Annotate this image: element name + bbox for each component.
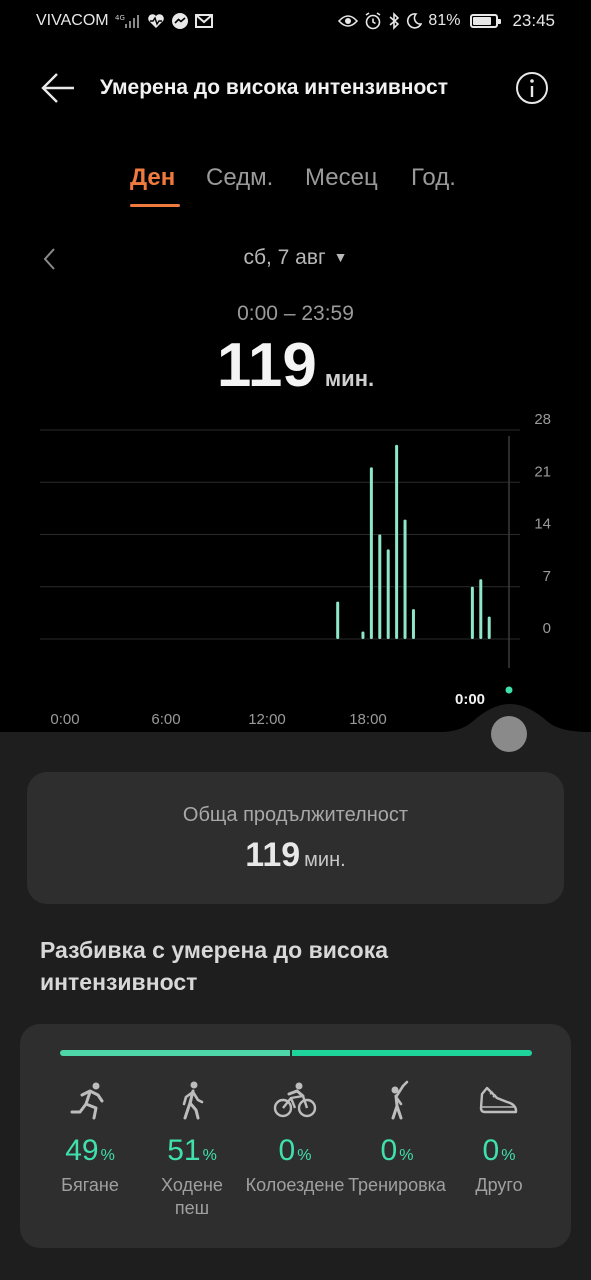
activity-cycling-pct: 0% xyxy=(278,1134,312,1167)
chart-bar xyxy=(369,467,373,639)
activity-running-pct: 49% xyxy=(65,1134,115,1167)
total-duration-unit: мин. xyxy=(304,849,346,871)
bluetooth-icon xyxy=(389,12,400,30)
svg-text:4G: 4G xyxy=(115,14,125,22)
total-duration-card: Обща продължителност 119 мин. xyxy=(27,772,564,904)
y-tick-label: 14 xyxy=(534,516,551,533)
total-duration-value: 119 xyxy=(245,836,301,874)
running-icon xyxy=(70,1082,104,1120)
chart-bar xyxy=(479,579,483,639)
battery-percent: 81% xyxy=(428,12,461,29)
summary-unit: мин. xyxy=(324,366,375,391)
moon-icon xyxy=(407,13,423,29)
breakdown-title: Разбивка с умерена до висока интензивнос… xyxy=(40,937,388,995)
y-tick-label: 7 xyxy=(543,568,551,585)
alarm-icon xyxy=(365,12,381,30)
activity-cycling-label: Колоездене xyxy=(245,1175,345,1195)
tab-active-underline xyxy=(130,204,180,207)
breakdown-card: 49% Бягане 51% Ходене пеш 0% Колоездене xyxy=(20,1024,571,1248)
activity-workout-label: Тренировка xyxy=(348,1175,446,1195)
x-tick-label: 12:00 xyxy=(248,711,286,728)
chart-bar xyxy=(386,549,390,639)
date-text: сб, 7 авг xyxy=(243,246,326,269)
messenger-icon xyxy=(171,13,188,29)
info-icon xyxy=(516,72,548,104)
status-right: 81% 23:45 xyxy=(338,11,555,31)
breakdown-bar xyxy=(60,1050,532,1056)
activity-other-pct: 0% xyxy=(482,1134,516,1167)
activity-walking: 51% Ходене пеш xyxy=(142,1080,242,1220)
timeline-slider-handle[interactable] xyxy=(491,716,527,752)
cycling-icon xyxy=(273,1082,317,1118)
y-tick-label: 0 xyxy=(543,620,551,637)
x-tick-label: 0:00 xyxy=(50,711,79,728)
activity-other-label: Друго xyxy=(475,1175,523,1195)
activity-running: 49% Бягане xyxy=(40,1080,140,1197)
activity-running-label: Бягане xyxy=(61,1175,119,1195)
signal-icon: 4G xyxy=(115,14,139,28)
chart-bar xyxy=(361,631,365,639)
tab-year[interactable]: Год. xyxy=(411,164,456,192)
activity-walking-pct: 51% xyxy=(167,1134,217,1167)
chart-bar xyxy=(470,586,474,639)
tab-month[interactable]: Месец xyxy=(305,164,378,192)
breakdown-bar-walking xyxy=(292,1050,532,1056)
x-tick-label: 6:00 xyxy=(151,711,180,728)
activity-other: 0% Друго xyxy=(449,1080,549,1197)
status-time: 23:45 xyxy=(512,11,555,30)
summary-value: 119 xyxy=(216,331,317,400)
breakdown-bar-running xyxy=(60,1050,290,1056)
back-button[interactable] xyxy=(40,70,76,106)
arrow-left-icon xyxy=(41,73,74,103)
total-duration-value-row: 119 мин. xyxy=(27,836,564,875)
walking-icon xyxy=(182,1081,204,1120)
workout-icon xyxy=(391,1080,409,1120)
caret-down-icon: ▼ xyxy=(333,249,348,265)
activity-workout: 0% Тренировка xyxy=(347,1080,447,1197)
page-title: Умерена до висока интензивност xyxy=(100,76,448,99)
gmail-icon xyxy=(194,14,213,28)
battery-icon xyxy=(470,14,502,28)
eye-icon xyxy=(338,15,359,27)
chart-bar xyxy=(336,601,340,639)
info-button[interactable] xyxy=(514,70,550,106)
chart-bar xyxy=(487,616,491,639)
activity-cycling: 0% Колоездене xyxy=(245,1080,345,1197)
chart-bar xyxy=(395,444,399,639)
x-tick-label: 18:00 xyxy=(349,711,387,728)
chart-bar xyxy=(411,609,415,639)
total-duration-label: Обща продължителност xyxy=(182,804,409,826)
activity-walking-label: Ходене пеш xyxy=(161,1175,223,1218)
chart-bar xyxy=(403,519,407,639)
summary-value-row: 119 мин. xyxy=(0,330,591,401)
shoe-icon xyxy=(479,1086,518,1114)
status-left: VIVACOM 4G xyxy=(36,12,213,30)
health-app-icon xyxy=(147,14,164,28)
status-bar: VIVACOM 4G 81% 23:45 xyxy=(0,0,591,42)
period-tabs: Ден Седм. Месец Год. xyxy=(0,164,591,214)
date-selector[interactable]: сб, 7 авг ▼ xyxy=(0,246,591,270)
tab-day[interactable]: Ден xyxy=(130,164,175,192)
time-range: 0:00 – 23:59 xyxy=(237,302,354,325)
chart-bar xyxy=(378,534,382,639)
activity-chart[interactable]: 28211470 0:00 6:00 12:00 18:00 0:00 xyxy=(0,400,591,740)
y-tick-label: 21 xyxy=(534,463,551,480)
header: Умерена до висока интензивност xyxy=(0,58,591,118)
carrier-name: VIVACOM xyxy=(36,12,109,29)
battery-fill xyxy=(473,17,492,25)
tab-week[interactable]: Седм. xyxy=(206,164,273,192)
y-tick-label: 28 xyxy=(534,411,551,428)
activity-workout-pct: 0% xyxy=(380,1134,414,1167)
